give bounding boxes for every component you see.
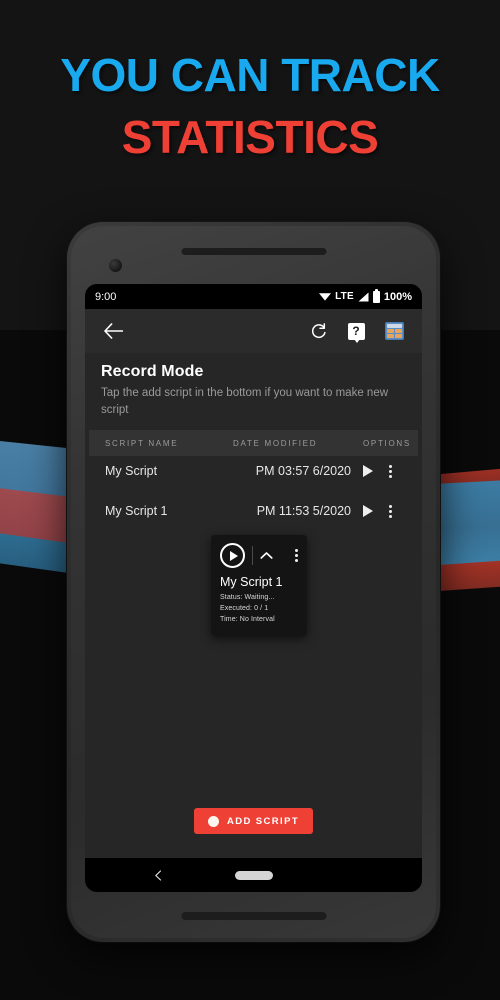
status-bar-indicators: LTE 100% — [319, 288, 412, 303]
widget-statistics: Status: Waiting... Executed: 0 / 1 Time:… — [220, 593, 298, 626]
phone-body: 9:00 LTE 100% ? Record Mode Tap the add … — [71, 226, 436, 938]
widget-executed-line: Executed: 0 / 1 — [220, 604, 269, 612]
app-toolbar: ? — [85, 309, 422, 353]
status-bar: 9:00 LTE 100% — [85, 284, 422, 309]
app-content: ? Record Mode Tap the add script in the … — [85, 309, 422, 858]
table-header-row: SCRIPT NAME DATE MODIFIED OPTIONS — [89, 430, 418, 457]
record-dot-icon — [207, 815, 219, 827]
android-navigation-bar — [85, 858, 422, 892]
widget-script-name: My Script 1 — [220, 575, 283, 589]
earpiece-speaker-icon — [181, 248, 326, 255]
widget-controls — [220, 543, 298, 568]
table-row[interactable]: My Script 1 5/2020 11:53 PM — [89, 496, 418, 526]
calculator-keys — [386, 329, 402, 338]
refresh-button[interactable] — [304, 317, 332, 345]
widget-overflow-menu-icon[interactable] — [295, 549, 298, 562]
row-options — [363, 504, 418, 518]
play-icon[interactable] — [363, 505, 373, 518]
widget-play-button[interactable] — [220, 543, 245, 568]
column-header-date-modified: DATE MODIFIED — [233, 438, 318, 448]
overflow-menu-icon[interactable] — [389, 504, 392, 518]
overflow-menu-icon[interactable] — [389, 464, 392, 478]
date-modified-cell: 5/2020 11:53 PM — [256, 504, 351, 519]
date-modified-cell: 6/2020 03:57 PM — [255, 464, 351, 479]
widget-time-line: Time: No Interval — [220, 615, 275, 623]
refresh-icon — [311, 322, 326, 338]
back-arrow-icon — [103, 323, 123, 339]
headline-line-2: STATISTICS — [121, 111, 379, 163]
page-header: Record Mode Tap the add script in the bo… — [85, 353, 422, 430]
network-type-label: LTE — [335, 291, 354, 302]
wifi-icon — [319, 293, 332, 301]
calculator-display — [386, 324, 402, 328]
phone-screen: 9:00 LTE 100% ? Record Mode Tap the add … — [85, 284, 422, 892]
status-bar-time: 9:00 — [95, 290, 117, 303]
script-name-cell: My Script — [105, 464, 158, 479]
page-subtitle: Tap the add script in the bottom if you … — [101, 387, 389, 416]
battery-percentage: 100% — [383, 290, 412, 303]
column-header-script-name: SCRIPT NAME — [105, 438, 179, 448]
phone-bottom-bezel — [71, 892, 436, 938]
poster-headline: YOU CAN TRACK STATISTICS — [0, 52, 500, 160]
add-script-button[interactable]: ADD SCRIPT — [193, 808, 314, 834]
front-camera-icon — [109, 259, 122, 272]
signal-icon — [358, 292, 369, 301]
headline-line-1: YOU CAN TRACK — [60, 49, 440, 101]
phone-top-bezel — [71, 226, 436, 284]
back-button[interactable] — [99, 317, 127, 345]
nav-home-pill-icon[interactable] — [234, 870, 273, 880]
nav-back-icon[interactable] — [153, 869, 164, 881]
row-options — [363, 464, 418, 478]
chevron-up-icon[interactable] — [260, 551, 273, 560]
phone-mockup: 9:00 LTE 100% ? Record Mode Tap the add … — [67, 222, 440, 942]
column-header-options: OPTIONS — [363, 438, 411, 448]
table-row[interactable]: My Script 6/2020 03:57 PM — [89, 456, 418, 486]
floating-script-widget[interactable]: My Script 1 Status: Waiting... Executed:… — [211, 535, 307, 636]
add-script-container: ADD SCRIPT — [85, 808, 422, 834]
widget-status-line: Status: Waiting... — [220, 594, 275, 601]
play-icon — [229, 550, 238, 561]
help-button[interactable]: ? — [342, 317, 370, 345]
battery-icon — [372, 288, 380, 303]
play-icon[interactable] — [363, 465, 373, 478]
help-icon: ? — [347, 322, 365, 343]
widget-divider — [252, 546, 253, 565]
calculator-button[interactable] — [380, 317, 408, 345]
calculator-icon — [384, 322, 404, 340]
page-title: Record Mode — [101, 363, 204, 380]
add-script-label: ADD SCRIPT — [226, 815, 300, 827]
bottom-speaker-icon — [181, 912, 326, 920]
script-name-cell: My Script 1 — [105, 504, 168, 519]
